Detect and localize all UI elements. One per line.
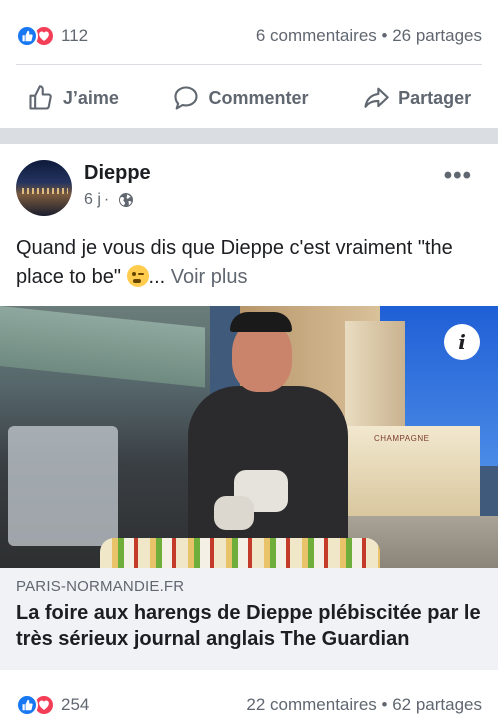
like-reaction-icon xyxy=(16,25,38,47)
separator-dot: • xyxy=(381,695,388,714)
globe-icon xyxy=(119,193,134,207)
action-bar: J’aime Commenter Partager xyxy=(0,76,498,120)
comments-count: 6 commentaires xyxy=(255,26,377,45)
divider xyxy=(16,64,482,65)
link-title: La foire aux harengs de Dieppe plébiscit… xyxy=(16,602,481,650)
page-name[interactable]: Dieppe xyxy=(84,162,151,185)
meta-separator: · xyxy=(103,191,110,208)
avatar[interactable] xyxy=(16,160,72,216)
shares-count: 62 partages xyxy=(392,695,482,714)
link-preview-caption[interactable]: PARIS-NORMANDIE.FR La foire aux harengs … xyxy=(0,568,498,670)
like-reaction-icon xyxy=(16,694,38,716)
post-time[interactable]: 6 j xyxy=(84,191,101,209)
comments-shares-summary[interactable]: 22 commentaires • 62 partages xyxy=(246,695,482,715)
like-button[interactable]: J’aime xyxy=(27,84,119,112)
share-label: Partager xyxy=(398,87,472,108)
share-arrow-icon xyxy=(364,87,389,108)
post-header: Dieppe 6 j · ••• xyxy=(16,160,482,216)
info-button[interactable]: i xyxy=(444,324,480,360)
reactions-bar: 112 6 commentaires • 26 partages xyxy=(16,16,482,56)
shares-count: 26 partages xyxy=(392,26,482,45)
like-label: J’aime xyxy=(62,87,119,108)
reactions-count: 254 xyxy=(61,695,90,714)
post-meta: 6 j · xyxy=(84,191,151,209)
link-domain: PARIS-NORMANDIE.FR xyxy=(16,578,185,595)
see-more-link[interactable]: Voir plus xyxy=(171,266,248,288)
champagne-sign: CHAMPAGNE xyxy=(374,434,430,443)
reactions-bar: 254 22 commentaires • 62 partages xyxy=(16,685,482,720)
previous-post-card: 112 6 commentaires • 26 partages J’aime … xyxy=(0,0,498,128)
post-card: Dieppe 6 j · ••• Quand je vous dis que D… xyxy=(0,144,498,720)
comments-shares-summary[interactable]: 6 commentaires • 26 partages xyxy=(256,26,482,46)
reactions-summary[interactable]: 112 xyxy=(16,25,88,47)
share-button[interactable]: Partager xyxy=(362,84,471,112)
ellipsis: ... xyxy=(148,266,171,288)
more-options-button[interactable]: ••• xyxy=(444,162,472,190)
post-text: Quand je vous dis que Dieppe c'est vraim… xyxy=(16,234,482,292)
comment-bubble-icon xyxy=(174,86,199,110)
separator-dot: • xyxy=(381,26,388,45)
reactions-summary[interactable]: 254 xyxy=(16,694,89,716)
comment-label: Commenter xyxy=(208,87,309,108)
winking-face-emoji-icon xyxy=(126,265,149,287)
reactions-count: 112 xyxy=(61,26,89,45)
comments-count: 22 commentaires xyxy=(246,695,377,714)
link-preview-image[interactable]: CHAMPAGNE i xyxy=(0,306,498,568)
comment-button[interactable]: Commenter xyxy=(172,84,309,112)
thumbs-up-icon xyxy=(29,85,52,110)
